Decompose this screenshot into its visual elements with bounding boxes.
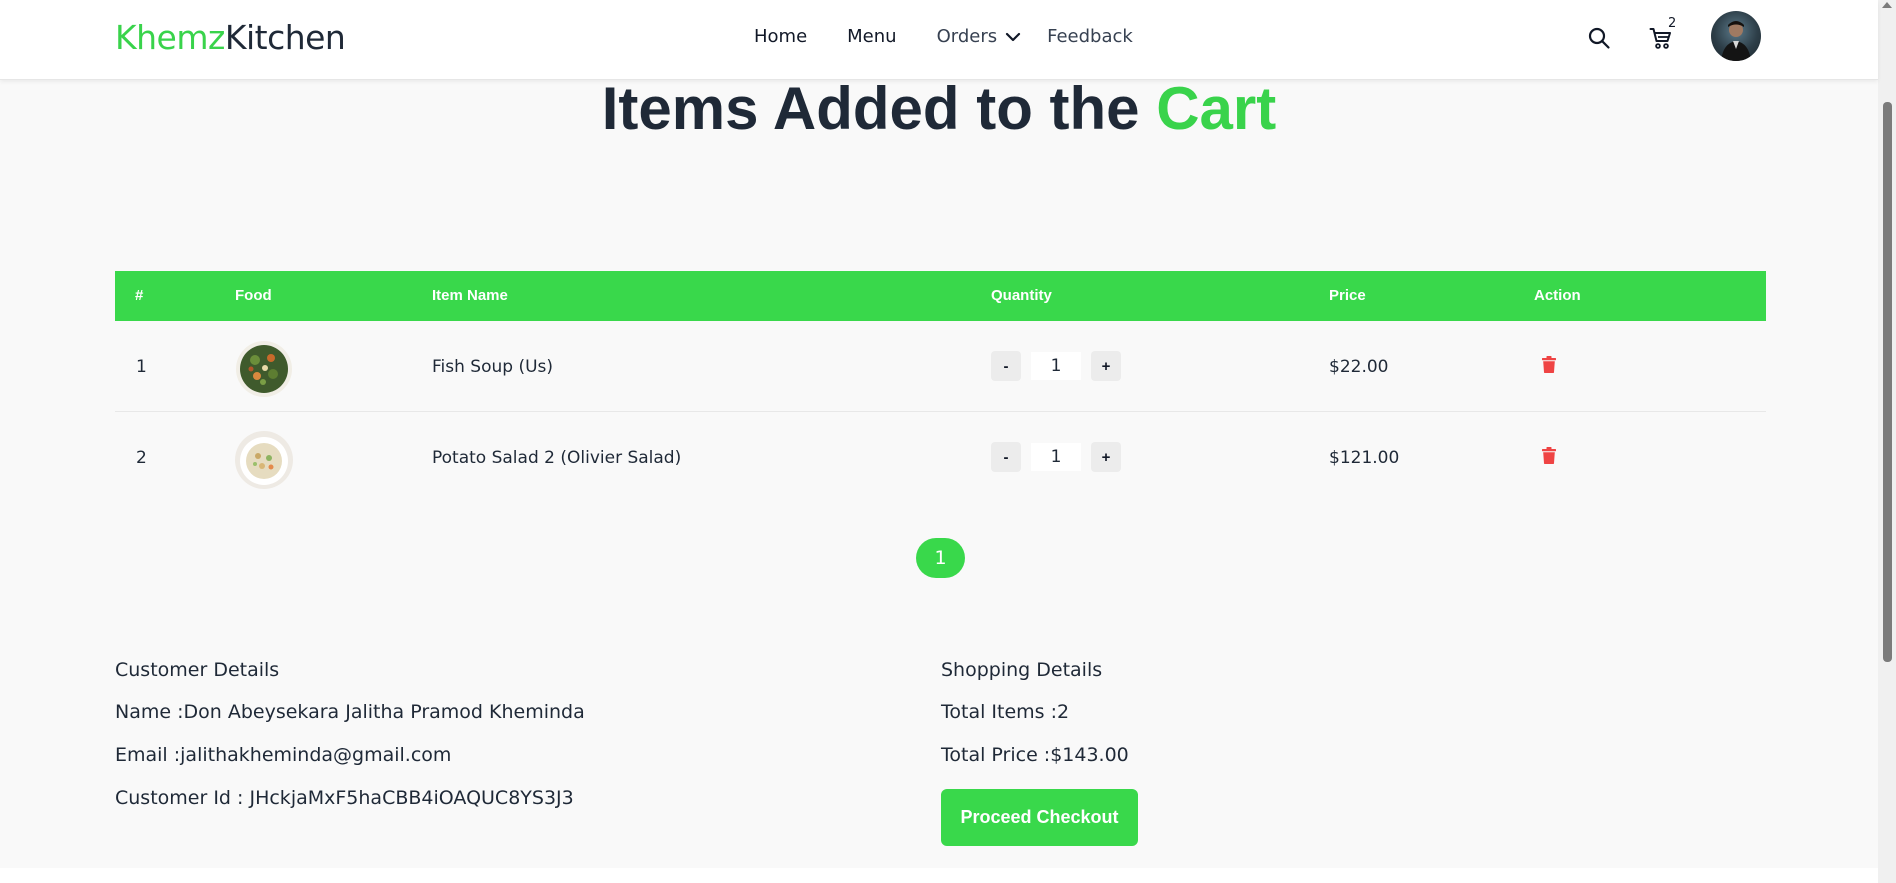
item-price: $121.00 (1329, 448, 1400, 468)
brand-name-accent: Khemz (115, 18, 225, 57)
quantity-stepper: - + (991, 351, 1121, 381)
table-row: 2 Potato Salad 2 (Olivier Salad) - + $12… (115, 412, 1766, 503)
col-header-number: # (135, 287, 144, 304)
scroll-up-arrow-icon[interactable] (1882, 2, 1892, 8)
row-number: 1 (136, 357, 147, 377)
customer-name: Name :Don Abeysekara Jalitha Pramod Khem… (115, 701, 585, 723)
avatar-image (1721, 21, 1751, 61)
col-header-food: Food (235, 287, 272, 304)
nav-orders[interactable]: Orders (937, 26, 1022, 47)
avatar[interactable] (1711, 11, 1761, 61)
brand-logo[interactable]: KhemzKitchen (115, 18, 346, 57)
search-icon[interactable] (1587, 26, 1611, 50)
nav-links: Home Menu Orders Feedback (754, 26, 1173, 47)
cart-table: # Food Item Name Quantity Price Action 1… (115, 271, 1766, 503)
page-title-main: Items Added to the (601, 75, 1157, 142)
page-title-accent: Cart (1156, 75, 1277, 142)
col-header-item-name: Item Name (432, 287, 508, 304)
customer-id: Customer Id : JHckjaMxF5haCBB4iOAQUC8YS3… (115, 787, 574, 809)
table-row: 1 Fish Soup (Us) - + $22.00 (115, 321, 1766, 412)
col-header-action: Action (1534, 287, 1581, 304)
shopping-details: Shopping Details Total Items :2 Total Pr… (941, 659, 1129, 787)
customer-details: Customer Details Name :Don Abeysekara Ja… (115, 659, 585, 830)
cart-count-badge: 2 (1668, 16, 1677, 31)
customer-details-heading: Customer Details (115, 659, 280, 681)
food-thumbnail (235, 431, 293, 489)
col-header-quantity: Quantity (991, 287, 1052, 304)
row-number: 2 (136, 448, 147, 468)
navbar: KhemzKitchen Home Menu Orders Feedback 2 (0, 0, 1878, 80)
item-name: Potato Salad 2 (Olivier Salad) (432, 448, 682, 468)
item-name: Fish Soup (Us) (432, 357, 554, 377)
customer-email: Email :jalithakheminda@gmail.com (115, 744, 452, 766)
nav-feedback[interactable]: Feedback (1047, 26, 1133, 47)
chevron-down-icon (1006, 32, 1021, 41)
nav-home[interactable]: Home (754, 26, 807, 47)
trash-icon[interactable] (1542, 356, 1556, 373)
proceed-checkout-button[interactable]: Proceed Checkout (941, 789, 1138, 846)
scrollbar-thumb[interactable] (1883, 102, 1892, 662)
increase-quantity-button[interactable]: + (1091, 351, 1121, 381)
brand-name-rest: Kitchen (224, 18, 346, 57)
nav-orders-label: Orders (936, 26, 998, 47)
total-items: Total Items :2 (941, 701, 1070, 723)
item-price: $22.00 (1329, 357, 1389, 377)
trash-icon[interactable] (1542, 447, 1556, 464)
decrease-quantity-button[interactable]: - (991, 442, 1021, 472)
shopping-details-heading: Shopping Details (941, 659, 1103, 681)
col-header-price: Price (1329, 287, 1366, 304)
quantity-stepper: - + (991, 442, 1121, 472)
increase-quantity-button[interactable]: + (1091, 442, 1121, 472)
scrollbar[interactable] (1878, 0, 1896, 883)
nav-menu[interactable]: Menu (847, 26, 896, 47)
quantity-input[interactable] (1031, 352, 1081, 380)
decrease-quantity-button[interactable]: - (991, 351, 1021, 381)
total-price: Total Price :$143.00 (941, 744, 1129, 766)
page-title: Items Added to the Cart (0, 74, 1878, 143)
pagination-page-button[interactable]: 1 (916, 538, 965, 578)
quantity-input[interactable] (1031, 443, 1081, 471)
table-header: # Food Item Name Quantity Price Action (115, 271, 1766, 321)
food-thumbnail (235, 340, 293, 398)
